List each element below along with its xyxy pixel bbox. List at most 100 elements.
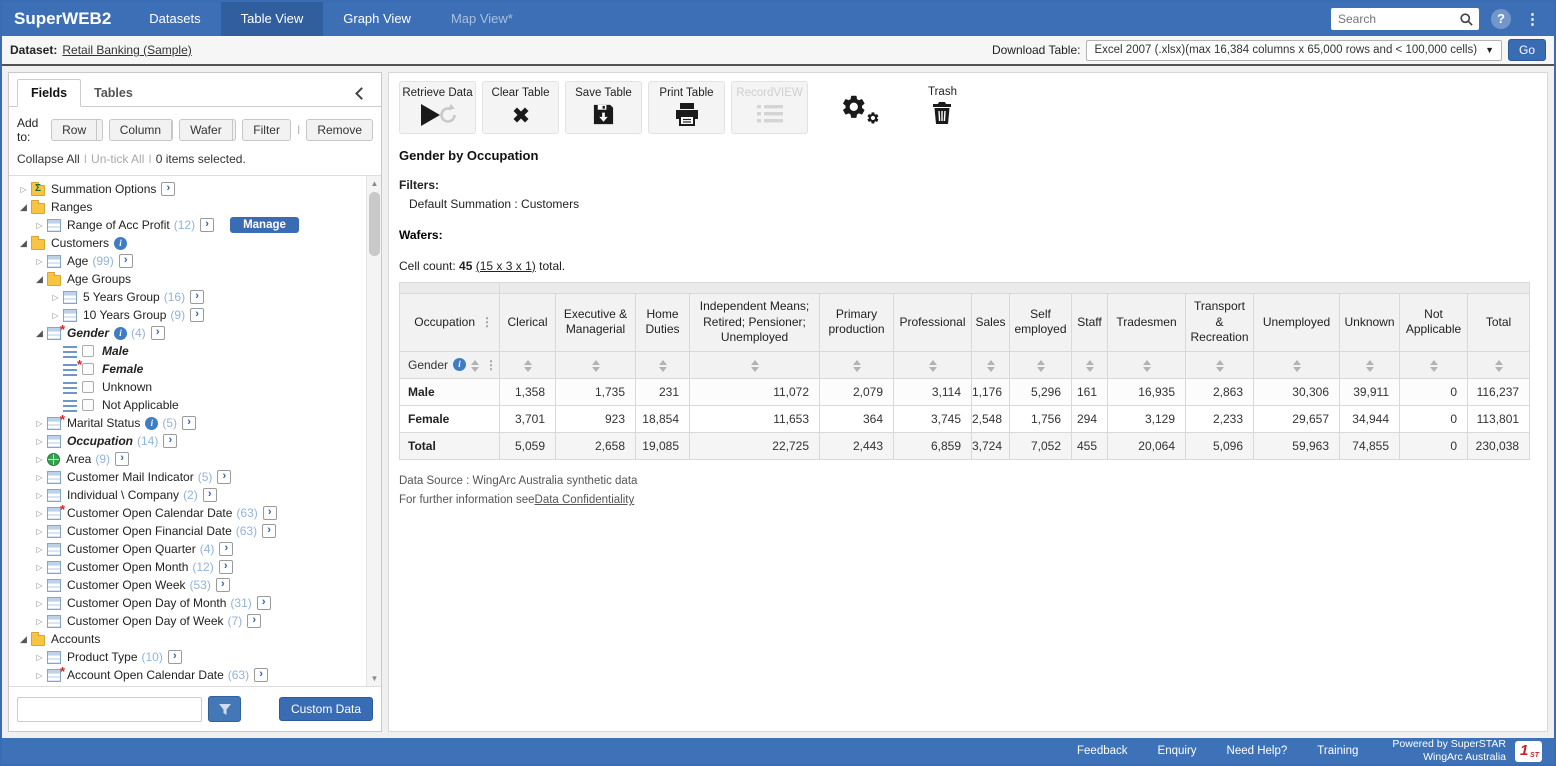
row-header-male[interactable]: Male <box>400 378 500 405</box>
data-cell[interactable]: 2,233 <box>1186 405 1254 432</box>
sort-icon[interactable] <box>853 360 861 372</box>
data-cell[interactable]: 5,059 <box>500 432 556 459</box>
data-cell[interactable]: 113,801 <box>1468 405 1530 432</box>
open-field-arrow-icon[interactable]: › <box>190 308 204 322</box>
help-icon[interactable]: ? <box>1491 9 1511 29</box>
scroll-up-icon[interactable]: ▲ <box>367 176 381 191</box>
data-cell[interactable]: 231 <box>636 378 690 405</box>
twisty-closed-icon[interactable]: ▷ <box>33 581 46 590</box>
data-cell[interactable]: 2,863 <box>1186 378 1254 405</box>
tree-item-unknown[interactable]: Unknown <box>13 378 365 396</box>
data-cell[interactable]: 364 <box>820 405 894 432</box>
data-cell[interactable]: 3,114 <box>894 378 972 405</box>
open-field-arrow-icon[interactable]: › <box>254 668 268 682</box>
sort-icon[interactable] <box>1495 360 1503 372</box>
clear-table-button[interactable]: Clear Table <box>482 81 559 134</box>
tree-item-customer-open-week[interactable]: ▷Customer Open Week(53)› <box>13 576 365 594</box>
twisty-closed-icon[interactable]: ▷ <box>33 257 46 266</box>
column-header-independent-means-retired-pens[interactable]: Independent Means; Retired; Pensioner; U… <box>690 294 820 352</box>
column-header-sales[interactable]: Sales <box>972 294 1010 352</box>
data-cell[interactable]: 3,129 <box>1108 405 1186 432</box>
tree-item-range-of-acc-profit[interactable]: ▷Range of Acc Profit(12)›Manage <box>13 216 365 234</box>
column-header-home-duties[interactable]: Home Duties <box>636 294 690 352</box>
twisty-closed-icon[interactable]: ▷ <box>33 491 46 500</box>
twisty-open-icon[interactable]: ◢ <box>17 238 30 249</box>
tree-item-customer-open-quarter[interactable]: ▷Customer Open Quarter(4)› <box>13 540 365 558</box>
data-cell[interactable]: 30,306 <box>1254 378 1340 405</box>
trash-button[interactable]: Trash <box>928 81 957 129</box>
data-cell[interactable]: 3,745 <box>894 405 972 432</box>
data-cell[interactable]: 6,859 <box>894 432 972 459</box>
sort-icon[interactable] <box>1143 360 1151 372</box>
twisty-closed-icon[interactable]: ▷ <box>49 293 62 302</box>
twisty-closed-icon[interactable]: ▷ <box>17 185 30 194</box>
sort-icon[interactable] <box>987 360 995 372</box>
column-header-executive-managerial[interactable]: Executive & Managerial <box>556 294 636 352</box>
twisty-open-icon[interactable]: ◢ <box>17 202 30 213</box>
data-cell[interactable]: 230,038 <box>1468 432 1530 459</box>
collapse-all-link[interactable]: Collapse All <box>17 152 80 166</box>
sort-icon[interactable] <box>751 360 759 372</box>
twisty-closed-icon[interactable]: ▷ <box>33 437 46 446</box>
tree-item-customer-open-day-of-week[interactable]: ▷Customer Open Day of Week(7)› <box>13 612 365 630</box>
data-cell[interactable]: 2,548 <box>972 405 1010 432</box>
twisty-closed-icon[interactable]: ▷ <box>33 545 46 554</box>
twisty-closed-icon[interactable]: ▷ <box>33 455 46 464</box>
nav-tab-map-view[interactable]: Map View* <box>431 2 533 36</box>
custom-data-button[interactable]: Custom Data <box>279 697 373 721</box>
data-cell[interactable]: 1,358 <box>500 378 556 405</box>
data-cell[interactable]: 161 <box>1072 378 1108 405</box>
data-cell[interactable]: 2,443 <box>820 432 894 459</box>
data-cell[interactable]: 22,725 <box>690 432 820 459</box>
open-field-arrow-icon[interactable]: › <box>161 182 175 196</box>
twisty-open-icon[interactable]: ◢ <box>17 634 30 645</box>
column-header-tradesmen[interactable]: Tradesmen <box>1108 294 1186 352</box>
tree-item-occupation[interactable]: ▷Occupation(14)› <box>13 432 365 450</box>
tree-item-ranges[interactable]: ◢Ranges <box>13 198 365 216</box>
scrollbar-thumb[interactable] <box>369 192 380 256</box>
tab-fields[interactable]: Fields <box>17 79 81 107</box>
table-options-gear-icon[interactable] <box>840 93 882 132</box>
checkbox-unknown[interactable] <box>82 381 94 393</box>
remove-button[interactable]: Remove <box>306 119 373 141</box>
tree-item-age-groups[interactable]: ◢Age Groups <box>13 270 365 288</box>
column-header-unemployed[interactable]: Unemployed <box>1254 294 1340 352</box>
open-field-arrow-icon[interactable]: › <box>151 326 165 340</box>
checkbox-male[interactable] <box>82 345 94 357</box>
open-field-arrow-icon[interactable]: › <box>217 470 231 484</box>
open-field-arrow-icon[interactable]: › <box>190 290 204 304</box>
nav-tab-table-view[interactable]: Table View <box>221 2 324 36</box>
data-cell[interactable]: 18,854 <box>636 405 690 432</box>
sort-icon[interactable] <box>929 360 937 372</box>
data-cell[interactable]: 3,701 <box>500 405 556 432</box>
column-header-self-employed[interactable]: Self employed <box>1010 294 1072 352</box>
go-button[interactable]: Go <box>1508 39 1546 61</box>
scroll-down-icon[interactable]: ▼ <box>367 671 381 686</box>
column-header-unknown[interactable]: Unknown <box>1340 294 1400 352</box>
data-cell[interactable]: 0 <box>1400 405 1468 432</box>
data-cell[interactable]: 5,096 <box>1186 432 1254 459</box>
open-field-arrow-icon[interactable]: › <box>219 542 233 556</box>
cell-count-dims-link[interactable]: (15 x 3 x 1) <box>476 259 536 273</box>
tree-item-not-applicable[interactable]: Not Applicable <box>13 396 365 414</box>
open-field-arrow-icon[interactable]: › <box>119 254 133 268</box>
twisty-closed-icon[interactable]: ▷ <box>33 419 46 428</box>
open-field-arrow-icon[interactable]: › <box>163 434 177 448</box>
tree-item-customer-mail-indicator[interactable]: ▷Customer Mail Indicator(5)› <box>13 468 365 486</box>
data-cell[interactable]: 7,052 <box>1010 432 1072 459</box>
search-icon[interactable] <box>1459 12 1474 27</box>
data-cell[interactable]: 16,935 <box>1108 378 1186 405</box>
row-menu-kebab-icon[interactable]: ⋮ <box>485 358 497 372</box>
open-field-arrow-icon[interactable]: › <box>168 650 182 664</box>
data-cell[interactable]: 34,944 <box>1340 405 1400 432</box>
twisty-open-icon[interactable]: ◢ <box>33 328 46 339</box>
checkbox-female[interactable] <box>82 363 94 375</box>
column-dimension-header[interactable]: Occupation⋮ <box>400 294 500 352</box>
data-cell[interactable]: 116,237 <box>1468 378 1530 405</box>
tree-item-accounts[interactable]: ◢Accounts <box>13 630 365 648</box>
add-to-filter-button[interactable]: Filter <box>242 119 291 141</box>
data-cell[interactable]: 0 <box>1400 432 1468 459</box>
field-filter-input[interactable] <box>17 697 202 722</box>
data-cell[interactable]: 2,079 <box>820 378 894 405</box>
column-header-staff[interactable]: Staff <box>1072 294 1108 352</box>
